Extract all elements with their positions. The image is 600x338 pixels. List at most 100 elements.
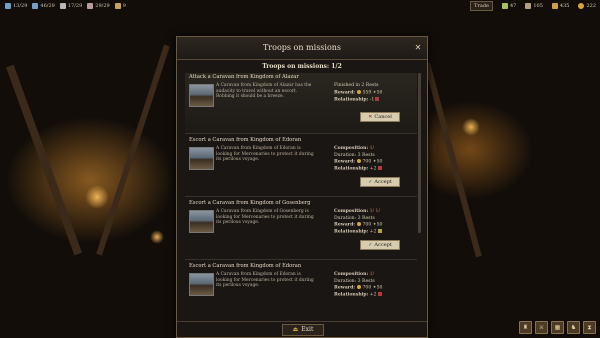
mission-reward: Reward: 700 ✦50 bbox=[334, 285, 416, 292]
accept-button[interactable]: ✓ Accept bbox=[360, 240, 400, 250]
bottom-menu: ♜ ⚔ ▦ ♞ ⧗ bbox=[516, 321, 596, 334]
composition-label: Composition: bbox=[334, 146, 369, 151]
kingdom-crest-icon bbox=[377, 229, 382, 234]
resource-value: 9 bbox=[122, 3, 126, 9]
resource-value: 435 bbox=[559, 3, 570, 9]
composition-value: 1/ 1/ bbox=[369, 209, 381, 214]
mission-composition: Composition: 1/ bbox=[334, 146, 416, 153]
caravan-thumbnail bbox=[189, 147, 214, 170]
mission-card: Attack a Caravan from Kingdom of Alazar … bbox=[185, 73, 417, 134]
exit-label: Exit bbox=[301, 326, 314, 333]
scene-beam bbox=[6, 64, 82, 256]
composition-label: Composition: bbox=[334, 209, 369, 214]
gold-icon bbox=[357, 222, 362, 227]
resource-value: 47 bbox=[509, 3, 517, 9]
reward-renown: 50 bbox=[376, 159, 383, 165]
mission-description: A Caravan from Kingdom of Alazar has the… bbox=[216, 83, 312, 100]
banner-icon bbox=[87, 3, 94, 9]
resource-food: 47 bbox=[501, 3, 517, 9]
cancel-icon: ✕ bbox=[368, 114, 373, 120]
reward-renown: 50 bbox=[376, 90, 383, 96]
dialog-footer: ⏏ Exit bbox=[177, 321, 427, 338]
dialog-header: Troops on missions ✕ bbox=[177, 37, 427, 60]
mission-list: Attack a Caravan from Kingdom of Alazar … bbox=[185, 73, 417, 321]
mission-title: Escort a Caravan from Kingdom of Gosenbe… bbox=[189, 200, 311, 206]
mission-duration: Duration: 3 Rests bbox=[334, 152, 375, 158]
resource-value: 13/29 bbox=[13, 3, 28, 9]
lantern-glow bbox=[150, 230, 164, 244]
accept-button[interactable]: ✓ Accept bbox=[360, 177, 400, 187]
reward-label: Reward: bbox=[334, 222, 355, 228]
reward-gold: 700 bbox=[362, 159, 372, 165]
exit-button[interactable]: ⏏ Exit bbox=[282, 324, 324, 336]
trade-button[interactable]: Trade bbox=[470, 1, 493, 11]
resource-value: 29/29 bbox=[95, 3, 110, 9]
composition-label: Composition: bbox=[334, 272, 369, 277]
sword-icon bbox=[59, 3, 66, 9]
mission-title: Escort a Caravan from Kingdom of Edoran bbox=[189, 263, 302, 269]
resource-gold: 222 bbox=[578, 3, 596, 9]
food-icon bbox=[501, 3, 508, 9]
resource-troops: 13/29 bbox=[5, 3, 27, 9]
resource-banners: 29/29 bbox=[87, 3, 110, 9]
mission-card: Escort a Caravan from Kingdom of Edoran … bbox=[185, 262, 417, 321]
hourglass-icon[interactable]: ⧗ bbox=[583, 321, 596, 334]
resource-weapons: 17/29 bbox=[59, 3, 83, 9]
relationship-value: -1 bbox=[369, 97, 375, 103]
gold-icon bbox=[357, 89, 362, 94]
mission-reward: Reward: 700 ✦50 bbox=[334, 159, 416, 166]
mission-duration: Duration: 3 Rests bbox=[334, 215, 375, 221]
mission-reward: Reward: 559 ✦50 bbox=[334, 89, 416, 97]
mission-composition: Composition: 1/ 1/ bbox=[334, 209, 416, 216]
mission-title: Attack a Caravan from Kingdom of Alazar bbox=[189, 74, 299, 80]
resource-heavy: 46/29 bbox=[32, 3, 55, 9]
warrior-icon bbox=[5, 3, 11, 9]
accept-label: Accept bbox=[374, 242, 392, 248]
reward-gold: 700 bbox=[362, 222, 372, 228]
mission-card: Escort a Caravan from Kingdom of Edoran … bbox=[185, 136, 417, 197]
kingdom-crest-icon bbox=[375, 96, 380, 101]
map-icon[interactable]: ▦ bbox=[551, 321, 564, 334]
mission-details: Finished in 2 Rests Reward: 559 ✦50 Rela… bbox=[334, 83, 416, 104]
mission-card: Escort a Caravan from Kingdom of Gosenbe… bbox=[185, 199, 417, 260]
cancel-button[interactable]: ✕ Cancel bbox=[360, 112, 400, 122]
renown-icon bbox=[551, 3, 558, 9]
lantern-glow bbox=[85, 185, 109, 209]
horse-icon bbox=[114, 3, 121, 9]
mission-composition: Composition: 1/ bbox=[334, 272, 416, 279]
close-icon[interactable]: ✕ bbox=[413, 43, 423, 53]
mission-duration: Duration: 3 Rests bbox=[334, 278, 375, 284]
mission-description: A Caravan from Kingdom of Edoran is look… bbox=[216, 272, 314, 289]
castle-icon[interactable]: ♜ bbox=[519, 321, 532, 334]
reward-gold: 700 bbox=[362, 285, 372, 291]
gold-icon bbox=[578, 3, 585, 9]
resource-value: 46/29 bbox=[40, 3, 55, 9]
gold-icon bbox=[357, 285, 362, 290]
mission-list-scrollbar[interactable] bbox=[418, 73, 421, 233]
resource-value: 105 bbox=[533, 3, 543, 9]
kingdom-crest-icon bbox=[377, 292, 382, 297]
dialog-title: Troops on missions bbox=[262, 43, 342, 52]
mission-relationship: Relationship: -1 bbox=[334, 96, 416, 104]
reward-label: Reward: bbox=[334, 285, 355, 291]
mission-relationship: Relationship: +2 bbox=[334, 292, 416, 299]
mission-relationship: Relationship: +2 bbox=[334, 229, 416, 236]
reward-label: Reward: bbox=[334, 159, 355, 165]
composition-value: 1/ bbox=[369, 146, 375, 151]
mission-description: A Caravan from Kingdom of Edoran is look… bbox=[216, 146, 314, 163]
check-icon: ✓ bbox=[368, 242, 373, 248]
mission-relationship: Relationship: +2 bbox=[334, 166, 416, 173]
supplies-icon bbox=[525, 3, 532, 9]
resource-value: 17/29 bbox=[67, 3, 83, 9]
army-icon[interactable]: ⚔ bbox=[535, 321, 548, 334]
mission-reward: Reward: 700 ✦50 bbox=[334, 222, 416, 229]
lantern-glow bbox=[462, 118, 480, 136]
reward-renown: 50 bbox=[376, 285, 383, 291]
mission-status: Finished in 2 Rests bbox=[334, 83, 379, 88]
quests-icon[interactable]: ♞ bbox=[567, 321, 580, 334]
resource-bar-right: Trade 47 105 435 222 bbox=[470, 1, 596, 11]
relationship-value: +2 bbox=[369, 166, 377, 172]
caravan-thumbnail bbox=[189, 273, 214, 296]
relationship-value: +2 bbox=[369, 292, 377, 298]
reward-renown: 50 bbox=[376, 222, 383, 228]
